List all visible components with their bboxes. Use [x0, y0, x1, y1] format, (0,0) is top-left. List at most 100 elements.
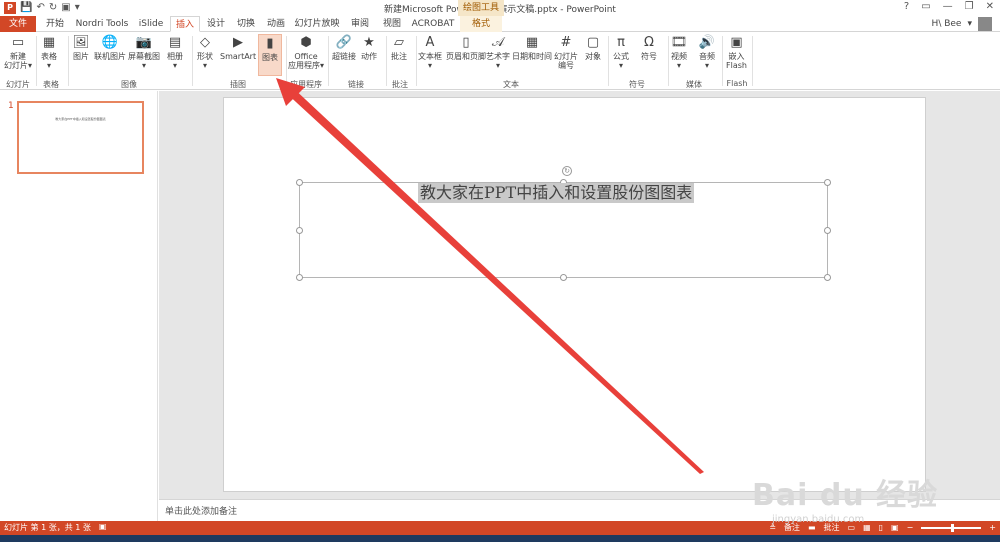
avatar[interactable]	[978, 17, 992, 31]
tab-nordri[interactable]: Nordri Tools	[74, 16, 130, 32]
ribbon-button-label: 视频 ▾	[671, 52, 687, 70]
tab-insert[interactable]: 插入	[170, 16, 200, 32]
close-icon[interactable]: ✕	[986, 1, 994, 12]
ribbon-separator	[608, 36, 609, 86]
ribbon-separator	[328, 36, 329, 86]
notes-placeholder[interactable]: 单击此处添加备注	[165, 504, 237, 517]
smartart-button[interactable]: ▶ SmartArt	[220, 34, 256, 62]
ribbon-separator	[36, 36, 37, 86]
shapes-button[interactable]: ◇ 形状 ▾	[196, 34, 214, 71]
ribbon-button-label: Office 应用程序▾	[288, 52, 325, 70]
tab-islide[interactable]: iSlide	[134, 16, 168, 32]
symbol-button[interactable]: Ω 符号	[640, 34, 658, 62]
video-button[interactable]: 🎞 视频 ▾	[670, 34, 688, 71]
ribbon-button-label: 符号	[641, 52, 657, 61]
flash-button[interactable]: ▣ 嵌入 Flash	[726, 34, 747, 71]
office-apps-button[interactable]: ⬢ Office 应用程序▾	[288, 34, 325, 71]
tab-file[interactable]: 文件	[0, 16, 36, 32]
ribbon-group-label: 图像	[121, 80, 137, 89]
equation-button[interactable]: π 公式 ▾	[612, 34, 630, 71]
restore-icon[interactable]: ❐	[965, 1, 974, 12]
audio-icon: 🔊	[698, 34, 716, 50]
textbox-button[interactable]: A 文本框 ▾	[418, 34, 442, 71]
comment-button[interactable]: ▱ 批注	[390, 34, 408, 62]
comment-icon: ▱	[394, 34, 404, 50]
rotate-handle-icon[interactable]: ↻	[562, 166, 572, 176]
online-picture-button[interactable]: 🌐 联机图片	[94, 34, 126, 62]
ribbon-button-label: 对象	[585, 52, 601, 61]
resize-handle[interactable]	[824, 274, 831, 281]
slide-thumbnail[interactable]: 教大家在PPT中插入和设置股份图图表	[17, 101, 144, 174]
slide-number-button[interactable]: # 幻灯片 编号	[554, 34, 578, 71]
zoom-in-icon[interactable]: +	[989, 523, 996, 532]
flash-icon: ▣	[730, 34, 743, 50]
album-icon: ▤	[168, 34, 182, 50]
title-textbox[interactable]: ↻ 教大家在PPT中插入和设置股份图图表	[296, 166, 831, 281]
ribbon-button-label: 图片	[73, 52, 89, 61]
slide-title-text[interactable]: 教大家在PPT中插入和设置股份图图表	[418, 183, 695, 203]
ribbon-button-label: 文本框 ▾	[418, 52, 442, 70]
equation-icon: π	[617, 34, 625, 50]
header-footer-button[interactable]: ▯ 页眉和页脚	[446, 34, 486, 62]
new-slide-button[interactable]: ▭ 新建 幻灯片▾	[4, 34, 32, 71]
new-slide-icon: ▭	[11, 34, 25, 50]
user-account[interactable]: H\ Bee ▾	[932, 16, 992, 32]
chart-icon: ▮	[266, 35, 274, 51]
ribbon-button-label: 屏幕截图 ▾	[128, 52, 160, 70]
slide-canvas[interactable]: ↻ 教大家在PPT中插入和设置股份图图表	[223, 97, 926, 492]
action-button[interactable]: ★ 动作	[360, 34, 378, 62]
ribbon-group-label: 批注	[392, 80, 408, 89]
audio-button[interactable]: 🔊 音频 ▾	[698, 34, 716, 71]
ribbon-separator	[668, 36, 669, 86]
minimize-icon[interactable]: —	[943, 1, 953, 12]
resize-handle[interactable]	[296, 179, 303, 186]
resize-handle[interactable]	[296, 274, 303, 281]
watermark-url: jingyan.baidu.com	[772, 514, 865, 525]
os-taskbar	[0, 535, 1000, 542]
chart-button[interactable]: ▮ 图表	[258, 34, 282, 76]
thumbnail-text: 教大家在PPT中插入和设置股份图图表	[55, 117, 106, 121]
symbol-icon: Ω	[644, 34, 654, 50]
tab-view[interactable]: 视图	[378, 16, 406, 32]
resize-handle[interactable]	[296, 227, 303, 234]
resize-handle[interactable]	[560, 274, 567, 281]
tab-design[interactable]: 设计	[202, 16, 230, 32]
table-button[interactable]: ▦ 表格 ▾	[40, 34, 58, 71]
wordart-button[interactable]: 𝒜 艺术字 ▾	[486, 34, 510, 71]
album-button[interactable]: ▤ 相册 ▾	[166, 34, 184, 71]
drawing-tools-label: 绘图工具	[458, 0, 504, 16]
zoom-slider-thumb[interactable]	[951, 523, 955, 532]
resize-handle[interactable]	[824, 179, 831, 186]
watermark-logo: Bai du 经验	[752, 478, 939, 513]
screenshot-button[interactable]: 📷 屏幕截图 ▾	[128, 34, 160, 71]
zoom-slider[interactable]	[921, 523, 982, 532]
chevron-down-icon[interactable]: ▾	[967, 19, 972, 29]
ribbon-button-label: 动作	[361, 52, 377, 61]
status-left: 幻灯片 第 1 张，共 1 张 ▣	[4, 522, 106, 533]
ribbon-display-icon[interactable]: ▭	[921, 1, 930, 12]
ribbon-button-label: 幻灯片 编号	[554, 52, 578, 70]
ribbon-group-label: 链接	[348, 80, 364, 89]
hyperlink-button[interactable]: 🔗 超链接	[332, 34, 356, 62]
video-icon: 🎞	[670, 34, 688, 50]
tab-home[interactable]: 开始	[40, 16, 70, 32]
spellcheck-icon[interactable]: ▣	[99, 522, 107, 533]
picture-button[interactable]: 🖼 图片	[72, 34, 90, 62]
tab-animation[interactable]: 动画	[262, 16, 290, 32]
ribbon-button-label: 批注	[391, 52, 407, 61]
table-icon: ▦	[42, 34, 56, 50]
tab-review[interactable]: 审阅	[346, 16, 374, 32]
tab-transition[interactable]: 切换	[232, 16, 260, 32]
tab-format[interactable]: 格式	[460, 16, 502, 32]
tab-acrobat[interactable]: ACROBAT	[410, 16, 456, 32]
ribbon-separator	[752, 36, 753, 86]
datetime-button[interactable]: ▦ 日期和时间	[512, 34, 552, 62]
help-icon[interactable]: ?	[904, 1, 909, 12]
ribbon: ▭ 新建 幻灯片▾ ▦ 表格 ▾ 🖼 图片 🌐 联机图片 📷 屏幕截图 ▾ ▤ 相册 ▾ ◇ 形状 ▾ ▶ S…	[0, 32, 1000, 90]
user-name[interactable]: H\ Bee	[932, 19, 962, 29]
title-bar: P 💾 ↶ ↻ ▣ ▾ 新建Microsoft PowerPoint 演示文稿.…	[0, 0, 1000, 16]
tab-slideshow[interactable]: 幻灯片放映	[292, 16, 342, 32]
smartart-icon: ▶	[233, 34, 244, 50]
object-button[interactable]: ▢ 对象	[584, 34, 602, 62]
resize-handle[interactable]	[824, 227, 831, 234]
